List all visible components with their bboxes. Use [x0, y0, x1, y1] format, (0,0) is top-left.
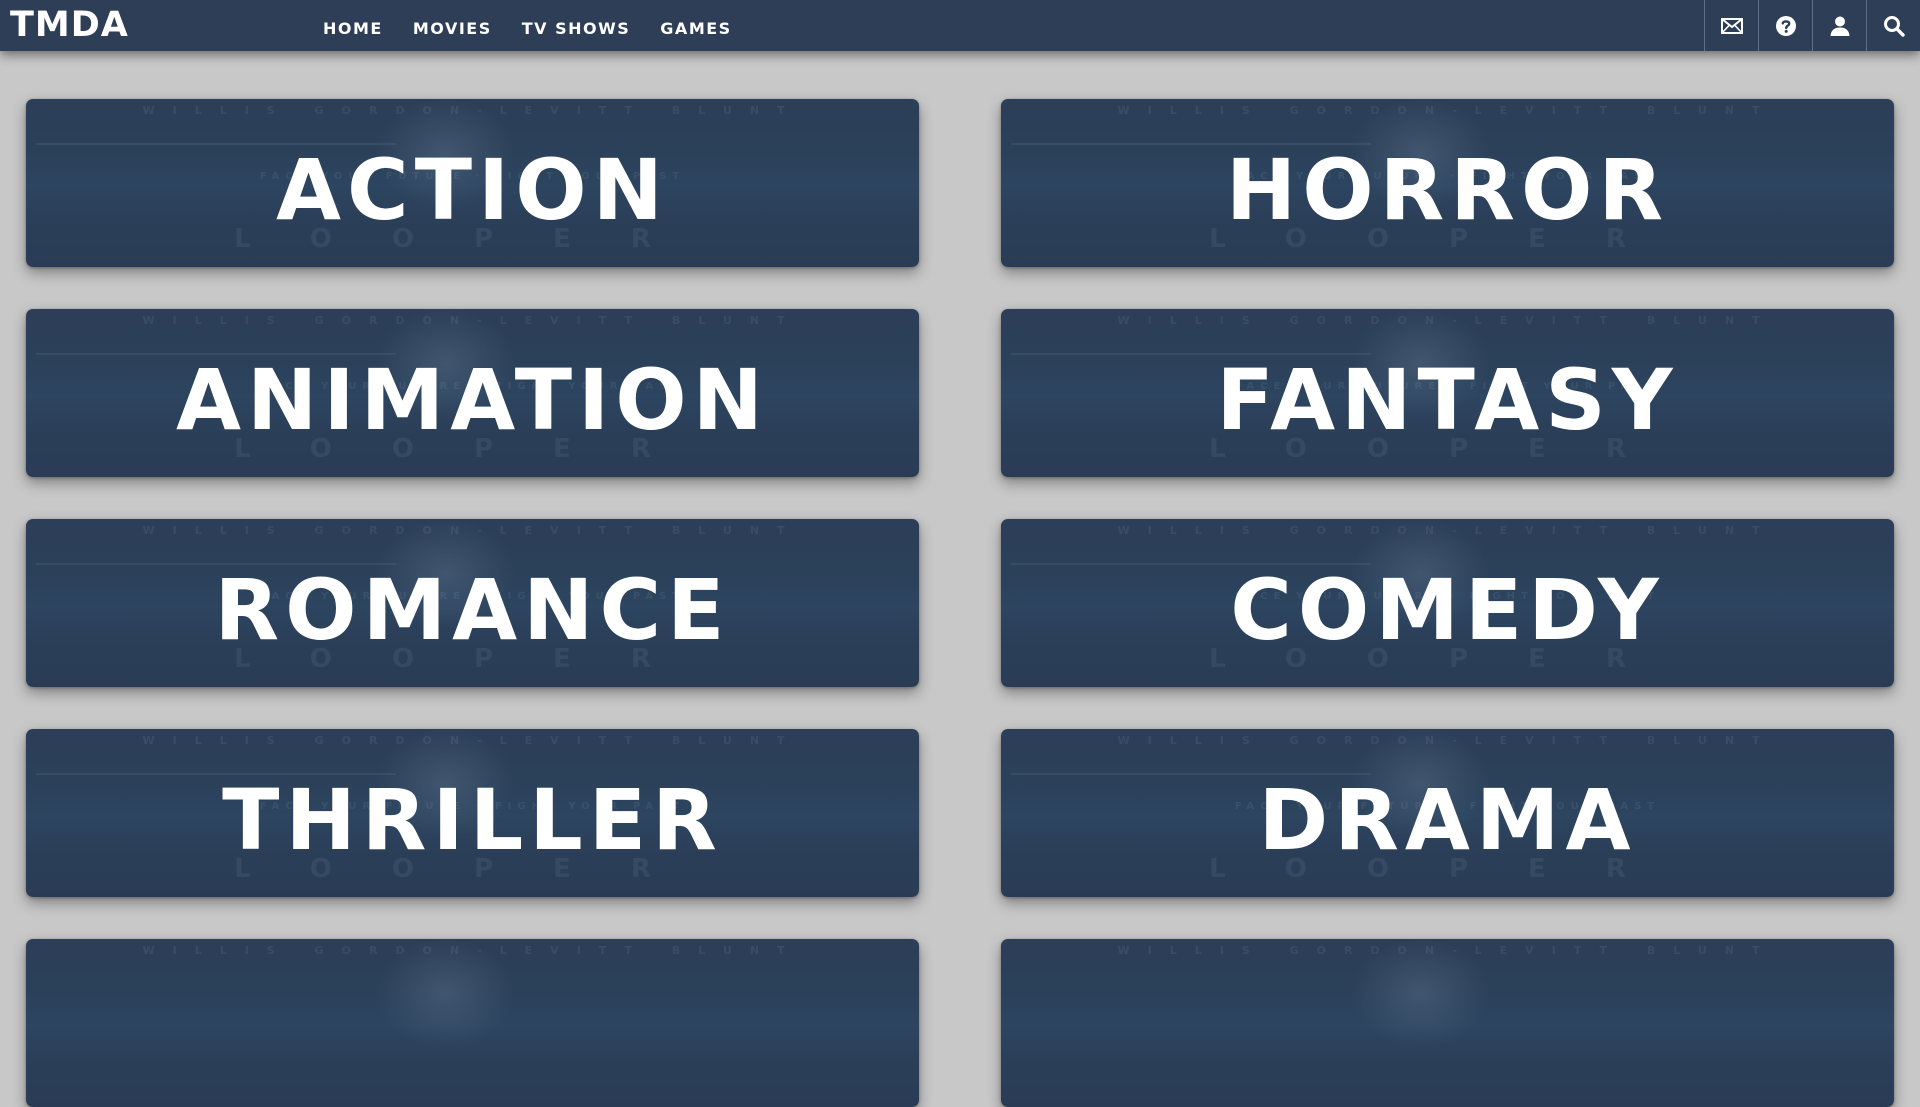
genre-card-comedy[interactable]: WILLIS GORDON-LEVITT BLUNT FACE YOUR FUT…	[1001, 519, 1894, 687]
search-button[interactable]	[1866, 0, 1920, 51]
genre-label: ROMANCE	[214, 561, 731, 659]
genre-card-thriller[interactable]: WILLIS GORDON-LEVITT BLUNT FACE YOUR FUT…	[26, 729, 919, 897]
genre-grid: WILLIS GORDON-LEVITT BLUNT FACE YOUR FUT…	[0, 0, 1920, 1107]
genre-card-animation[interactable]: WILLIS GORDON-LEVITT BLUNT FACE YOUR FUT…	[26, 309, 919, 477]
genre-card[interactable]: WILLIS GORDON-LEVITT BLUNT	[26, 939, 919, 1107]
genre-label	[1001, 939, 1894, 1107]
user-icon	[1830, 16, 1849, 36]
genre-card[interactable]: WILLIS GORDON-LEVITT BLUNT	[1001, 939, 1894, 1107]
nav-games[interactable]: GAMES	[660, 13, 731, 38]
genre-label: HORROR	[1225, 141, 1670, 239]
genre-label	[26, 939, 919, 1107]
genre-label: ANIMATION	[176, 351, 769, 449]
main-nav: HOME MOVIES TV SHOWS GAMES	[323, 0, 762, 51]
header-actions	[1704, 0, 1920, 51]
help-button[interactable]	[1758, 0, 1812, 51]
search-icon	[1883, 15, 1905, 37]
genre-label: FANTASY	[1216, 351, 1679, 449]
top-navigation-bar: TMDA HOME MOVIES TV SHOWS GAMES	[0, 0, 1920, 51]
help-icon	[1775, 15, 1796, 36]
user-button[interactable]	[1812, 0, 1866, 51]
genre-label: COMEDY	[1230, 561, 1665, 659]
genre-card-fantasy[interactable]: WILLIS GORDON-LEVITT BLUNT FACE YOUR FUT…	[1001, 309, 1894, 477]
genre-card-action[interactable]: WILLIS GORDON-LEVITT BLUNT FACE YOUR FUT…	[26, 99, 919, 267]
nav-home[interactable]: HOME	[323, 13, 383, 38]
genre-label: THRILLER	[222, 771, 723, 869]
genre-card-drama[interactable]: WILLIS GORDON-LEVITT BLUNT FACE YOUR FUT…	[1001, 729, 1894, 897]
genre-label: ACTION	[276, 141, 669, 239]
site-logo[interactable]: TMDA	[10, 3, 129, 47]
nav-movies[interactable]: MOVIES	[413, 13, 492, 38]
genre-card-romance[interactable]: WILLIS GORDON-LEVITT BLUNT FACE YOUR FUT…	[26, 519, 919, 687]
genre-card-horror[interactable]: WILLIS GORDON-LEVITT BLUNT FACE YOUR FUT…	[1001, 99, 1894, 267]
mail-icon	[1720, 17, 1743, 34]
nav-tv-shows[interactable]: TV SHOWS	[522, 13, 631, 38]
genre-label: DRAMA	[1258, 771, 1637, 869]
mail-button[interactable]	[1704, 0, 1758, 51]
